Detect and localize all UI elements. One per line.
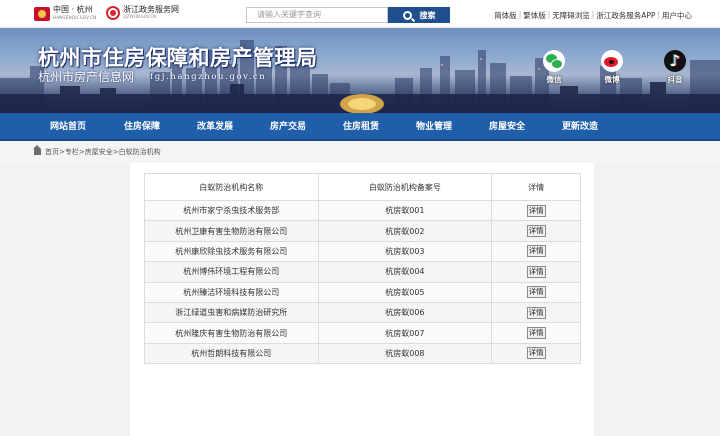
detail-cell: 详情 [491, 261, 581, 283]
link-separator: | [518, 10, 522, 19]
nav-item-home[interactable]: 网站首页 [33, 113, 103, 141]
nav-item-building-safety[interactable]: 房屋安全 [472, 113, 542, 141]
breadcrumb: 首页>专栏>房屋安全>白蚁防治机构 [0, 141, 720, 163]
agency-code: 杭房蚁001 [317, 199, 493, 222]
link-separator: | [591, 10, 595, 19]
nav-item-property-management[interactable]: 物业管理 [399, 113, 469, 141]
search-icon [402, 10, 412, 20]
header-detail: 详情 [491, 173, 581, 201]
social-wechat[interactable]: 微信 [540, 50, 568, 85]
detail-cell: 详情 [491, 301, 581, 324]
detail-button[interactable]: 详情 [526, 327, 546, 340]
table-row: 杭州康欣除虫技术服务有限公司 杭房蚁003 详情 [144, 240, 581, 263]
detail-button[interactable]: 详情 [526, 265, 546, 278]
agency-code: 杭房蚁002 [317, 220, 493, 242]
detail-button[interactable]: 详情 [526, 225, 546, 238]
header-record-number: 白蚁防治机构备案号 [317, 173, 493, 201]
nav-item-rental[interactable]: 住房租赁 [326, 113, 396, 141]
table-row: 杭州市家宁杀虫技术服务部 杭房蚁001 详情 [144, 199, 581, 222]
detail-cell: 详情 [491, 281, 581, 303]
agency-code: 杭房蚁007 [317, 322, 493, 344]
link-accessibility[interactable]: 无障碍浏览 [552, 10, 590, 21]
social-weibo[interactable]: 微博 [598, 50, 626, 85]
nav-item-renewal[interactable]: 更新改造 [545, 113, 615, 141]
social-douyin[interactable]: 抖音 [661, 50, 689, 85]
table-header-row: 白蚁防治机构名称 白蚁防治机构备案号 详情 [144, 173, 581, 201]
detail-cell: 详情 [491, 240, 581, 263]
detail-cell: 详情 [491, 220, 581, 242]
nav-item-reform[interactable]: 改革发展 [180, 113, 250, 141]
detail-button[interactable]: 详情 [526, 347, 546, 360]
main-nav: 网站首页 住房保障 改革发展 房产交易 住房租赁 物业管理 房屋安全 更新改造 [0, 113, 720, 141]
hangzhou-emblem-icon [34, 7, 50, 21]
header-banner: 杭州市住房保障和房产管理局 杭州市房产信息网 fgj.hangzhou.gov.… [0, 28, 720, 113]
agency-code: 杭房蚁005 [317, 281, 493, 303]
table-row: 杭州哲朗科技有限公司 杭房蚁008 详情 [144, 342, 581, 365]
table-row: 杭州隆庆有害生物防治有限公司 杭房蚁007 详情 [144, 322, 581, 344]
search-button[interactable]: 搜索 [388, 7, 450, 23]
header-agency-name: 白蚁防治机构名称 [144, 173, 319, 201]
detail-button[interactable]: 详情 [526, 204, 546, 217]
agency-name: 杭州臻洁环境科技有限公司 [144, 281, 319, 303]
detail-cell: 详情 [491, 322, 581, 344]
table-row: 杭州卫康有害生物防治有限公司 杭房蚁002 详情 [144, 220, 581, 242]
zjzwfw-logo-sub: ZJZWFW.GOV.CN [123, 14, 157, 19]
breadcrumb-path[interactable]: 首页>专栏>房屋安全>白蚁防治机构 [45, 147, 161, 157]
zjzwfw-logo[interactable]: 浙江政务服务网 ZJZWFW.GOV.CN [106, 6, 179, 20]
termite-agency-table: 白蚁防治机构名称 白蚁防治机构备案号 详情 杭州市家宁杀虫技术服务部 杭房蚁00… [144, 173, 581, 365]
link-simplified[interactable]: 简体版 [494, 10, 517, 21]
social-douyin-label: 抖音 [667, 75, 683, 84]
detail-button[interactable]: 详情 [526, 245, 546, 258]
wechat-icon [543, 50, 565, 72]
nav-item-housing-security[interactable]: 住房保障 [107, 113, 177, 141]
agency-code: 杭房蚁003 [317, 240, 493, 263]
link-traditional[interactable]: 繁体版 [523, 10, 546, 21]
social-weibo-label: 微博 [604, 75, 620, 84]
link-zjzwfw-app[interactable]: 浙江政务服务APP [596, 10, 655, 21]
zjzwfw-icon [106, 6, 120, 20]
agency-name: 杭州博伟环境工程有限公司 [144, 261, 319, 283]
table-row: 浙江绿道虫害和病媒防治研究所 杭房蚁006 详情 [144, 301, 581, 324]
banner-subtitle: 杭州市房产信息网 [38, 70, 135, 84]
detail-cell: 详情 [491, 342, 581, 365]
agency-code: 杭房蚁004 [317, 261, 493, 283]
agency-code: 杭房蚁006 [317, 301, 493, 324]
agency-name: 杭州康欣除虫技术服务有限公司 [144, 240, 319, 263]
hangzhou-logo-title: 中国 · 杭州 [53, 5, 93, 14]
agency-code: 杭房蚁008 [317, 342, 493, 365]
link-user-center[interactable]: 用户中心 [662, 10, 692, 21]
agency-name: 杭州哲朗科技有限公司 [144, 342, 319, 365]
table-row: 杭州博伟环境工程有限公司 杭房蚁004 详情 [144, 261, 581, 283]
douyin-icon [664, 50, 686, 72]
agency-name: 杭州卫康有害生物防治有限公司 [144, 220, 319, 242]
home-icon [33, 145, 41, 155]
weibo-icon [601, 50, 623, 72]
social-wechat-label: 微信 [546, 75, 562, 84]
banner-url: fgj.hangzhou.gov.cn [150, 72, 267, 82]
table-row: 杭州臻洁环境科技有限公司 杭房蚁005 详情 [144, 281, 581, 303]
agency-name: 浙江绿道虫害和病媒防治研究所 [144, 301, 319, 324]
detail-button[interactable]: 详情 [526, 306, 546, 319]
search-button-label: 搜索 [419, 10, 436, 20]
top-links: 简体版 | 繁体版 | 无障碍浏览 | 浙江政务服务APP | 用户中心 [494, 10, 692, 21]
hangzhou-logo-sub: HANGZHOU.GOV.CN [53, 15, 97, 20]
zjzwfw-logo-title: 浙江政务服务网 [123, 5, 179, 14]
link-separator: | [657, 10, 660, 19]
link-separator: | [547, 10, 551, 19]
agency-name: 杭州市家宁杀虫技术服务部 [144, 199, 319, 222]
search-input[interactable]: 请输入关键字查询 [246, 7, 388, 23]
agency-name: 杭州隆庆有害生物防治有限公司 [144, 322, 319, 344]
main-content: 白蚁防治机构名称 白蚁防治机构备案号 详情 杭州市家宁杀虫技术服务部 杭房蚁00… [130, 163, 594, 436]
detail-button[interactable]: 详情 [526, 286, 546, 299]
detail-cell: 详情 [491, 199, 581, 222]
nav-item-property-trade[interactable]: 房产交易 [253, 113, 323, 141]
top-bar: 中国 · 杭州 HANGZHOU.GOV.CN 浙江政务服务网 ZJZWFW.G… [0, 0, 720, 28]
hangzhou-gov-logo[interactable]: 中国 · 杭州 HANGZHOU.GOV.CN [34, 6, 96, 22]
